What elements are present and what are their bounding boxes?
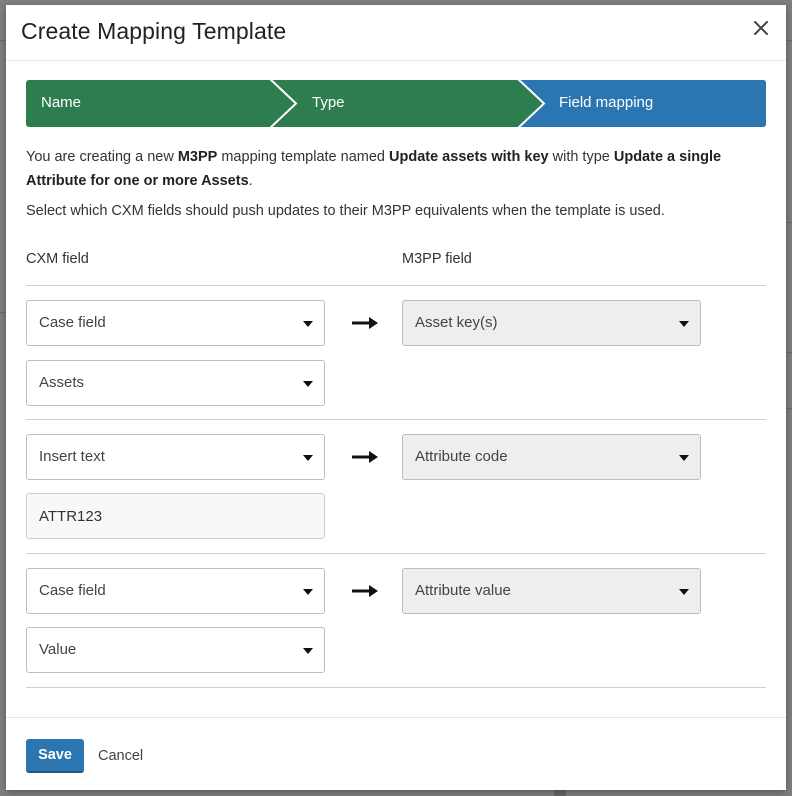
source-field-select[interactable]: Value <box>26 627 325 673</box>
cancel-button[interactable]: Cancel <box>98 748 143 764</box>
row-divider <box>26 285 766 286</box>
step-type[interactable]: Type <box>312 94 345 111</box>
caret-down-icon <box>303 455 313 461</box>
caret-down-icon <box>303 648 313 654</box>
source-type-select[interactable]: Case field <box>26 300 325 346</box>
column-header-cxm: CXM field <box>26 251 89 267</box>
summary-text: mapping template named <box>217 149 390 165</box>
row-divider <box>26 687 766 688</box>
template-summary: You are creating a new M3PP mapping temp… <box>26 145 771 193</box>
row-divider <box>26 553 766 554</box>
dialog-footer: Save Cancel <box>6 717 786 791</box>
select-value: Case field <box>39 582 106 599</box>
summary-text: . <box>248 173 253 189</box>
source-field-select[interactable]: Assets <box>26 360 325 406</box>
select-value: Attribute value <box>415 582 511 599</box>
bg-divider <box>786 222 792 223</box>
select-value: Attribute code <box>415 448 508 465</box>
summary-text: with type <box>548 149 614 165</box>
instruction-text: Select which CXM fields should push upda… <box>26 203 665 219</box>
select-value: Asset key(s) <box>415 314 498 331</box>
caret-down-icon <box>303 381 313 387</box>
arrow-right-icon <box>352 451 378 463</box>
bg-divider <box>786 408 792 409</box>
close-icon <box>754 21 768 35</box>
target-field-select[interactable]: Attribute value <box>402 568 701 614</box>
save-button[interactable]: Save <box>26 739 84 773</box>
row-divider <box>26 419 766 420</box>
source-type-select[interactable]: Insert text <box>26 434 325 480</box>
select-value: Value <box>39 641 77 658</box>
caret-down-icon <box>303 321 313 327</box>
dialog-header: Create Mapping Template <box>6 5 786 61</box>
caret-down-icon <box>679 321 689 327</box>
arrow-right-icon <box>352 317 378 329</box>
stepper-background <box>26 80 766 127</box>
bg-divider <box>786 352 792 353</box>
bg-divider <box>786 40 792 41</box>
create-mapping-template-dialog: Create Mapping Template Name Type Field … <box>6 5 786 790</box>
step-field-mapping[interactable]: Field mapping <box>559 94 653 111</box>
wizard-stepper: Name Type Field mapping <box>26 80 766 127</box>
source-type-select[interactable]: Case field <box>26 568 325 614</box>
caret-down-icon <box>679 455 689 461</box>
dialog-title: Create Mapping Template <box>21 18 287 44</box>
caret-down-icon <box>303 589 313 595</box>
close-button[interactable] <box>750 17 772 39</box>
target-field-select[interactable]: Asset key(s) <box>402 300 701 346</box>
arrow-right-icon <box>352 585 378 597</box>
summary-text: You are creating a new <box>26 149 178 165</box>
select-value: Insert text <box>39 448 105 465</box>
target-field-select[interactable]: Attribute code <box>402 434 701 480</box>
select-value: Case field <box>39 314 106 331</box>
select-value: Assets <box>39 374 85 391</box>
column-header-m3pp: M3PP field <box>402 251 472 267</box>
insert-text-input[interactable] <box>26 493 325 539</box>
summary-template-name: Update assets with key <box>389 149 549 165</box>
caret-down-icon <box>679 589 689 595</box>
step-name[interactable]: Name <box>41 94 81 111</box>
summary-system: M3PP <box>177 149 218 165</box>
